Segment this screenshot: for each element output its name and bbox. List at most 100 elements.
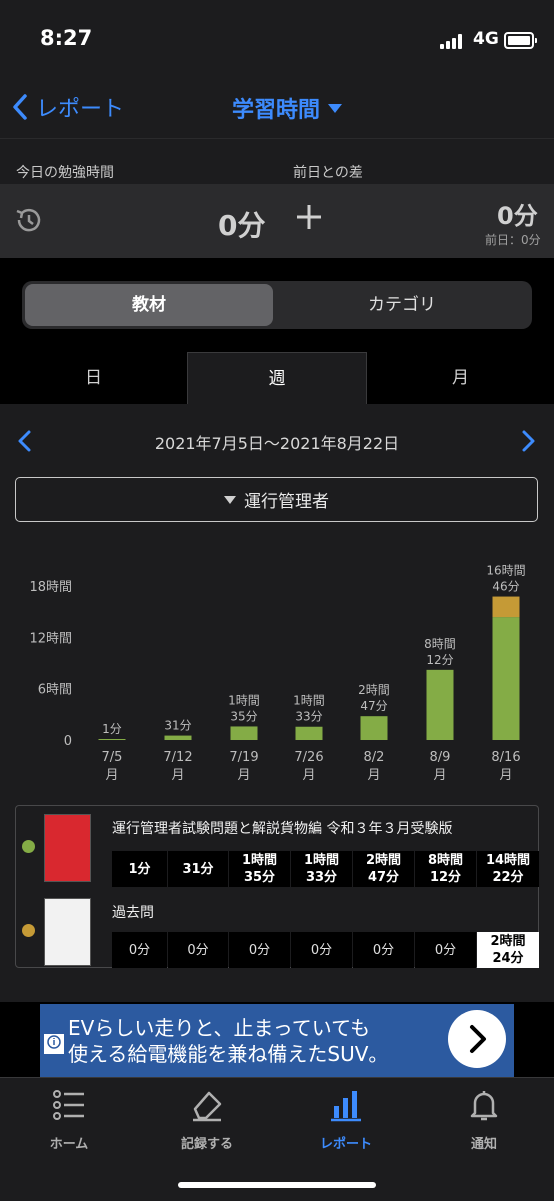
bar-data-label: 8時間	[424, 637, 456, 651]
page-title: 学習時間	[232, 98, 321, 123]
y-tick-label: 12時間	[29, 631, 72, 646]
bar-data-label: 1時間	[293, 694, 325, 708]
x-tick-day-label: 月	[105, 768, 118, 783]
book-title[interactable]: 運行管理者試験問題と解説貨物編 令和３年３月受験版	[112, 818, 452, 838]
series-color-dot	[22, 924, 35, 937]
study-time-chart: 0 6時間 12時間 18時間 1分 7/5 月 31分 7/12 月 1時間 35分 7/19 月 1時間…	[29, 564, 525, 783]
table-cell: 2時間 47分	[353, 851, 414, 887]
bar-segment	[426, 669, 454, 740]
tab-month[interactable]: 月	[367, 352, 554, 404]
bar-data-label: 31分	[164, 719, 191, 733]
material-filter-dropdown[interactable]: 運行管理者	[15, 477, 538, 522]
table-cell: 0分	[415, 932, 476, 968]
ad-line-1: EVらしい走りと、止まっていても	[68, 1016, 371, 1040]
bar-segment	[230, 726, 258, 740]
table-cell: 0分	[112, 932, 167, 968]
today-study-label: 今日の勉強時間	[16, 165, 114, 181]
history-clock-icon	[16, 208, 41, 232]
tabbar-home[interactable]: ホーム	[24, 1087, 114, 1152]
x-tick-label: 7/12	[163, 750, 192, 765]
signal-icon	[440, 33, 464, 49]
tab-week[interactable]: 週	[187, 352, 367, 404]
bar-segment	[492, 596, 520, 618]
x-tick-day-label: 月	[171, 768, 184, 783]
x-tick-day-label: 月	[433, 768, 446, 783]
previous-day-value: 前日：0分	[485, 233, 541, 247]
table-cell: 1分	[112, 851, 167, 887]
table-cell: 1時間 33分	[291, 851, 352, 887]
diff-label: 前日との差	[293, 165, 363, 181]
x-tick-label: 7/19	[229, 750, 258, 765]
summary-row	[0, 184, 554, 258]
bar-segment	[164, 735, 192, 740]
network-type: 4G	[473, 29, 499, 49]
bar-segment	[295, 726, 323, 740]
ad-text: EVらしい走りと、止まっていても 使える給電機能を兼ね備えたSUV。	[68, 1015, 388, 1067]
plus-icon	[297, 205, 321, 229]
back-label: レポート	[36, 97, 125, 122]
tabbar-home-label: ホーム	[49, 1137, 89, 1152]
table-cell: 31分	[168, 851, 228, 887]
bar-data-label: 1時間	[228, 693, 260, 707]
tabbar-notify[interactable]: 通知	[439, 1087, 529, 1152]
tabbar-record-label: 記録する	[180, 1137, 233, 1152]
date-range: 2021年7月5日〜2021年8月22日	[154, 434, 400, 453]
tabbar-notify-label: 通知	[470, 1137, 497, 1152]
status-time: 8:27	[40, 26, 93, 50]
ad-open-button[interactable]	[448, 1010, 506, 1068]
book-title[interactable]: 過去問	[112, 902, 154, 922]
table-cell: 0分	[168, 932, 228, 968]
table-cell: 0分	[229, 932, 290, 968]
book-cover-thumbnail[interactable]	[44, 814, 91, 882]
chevron-right-icon	[470, 1025, 486, 1053]
table-cell: 14時間 22分	[477, 851, 539, 887]
series-color-dot	[22, 840, 35, 853]
chevron-right-icon	[522, 430, 535, 452]
caret-down-icon	[224, 495, 236, 504]
bar-data-label: 12分	[426, 653, 453, 667]
ad-info-icon[interactable]	[44, 1034, 64, 1054]
x-tick-day-label: 月	[302, 768, 315, 783]
filter-label: 運行管理者	[244, 492, 329, 512]
segment-category[interactable]: カテゴリ	[273, 284, 531, 326]
chevron-left-icon	[13, 94, 27, 120]
battery-icon	[504, 32, 537, 49]
caret-down-icon	[328, 103, 343, 113]
ad-line-2: 使える給電機能を兼ね備えたSUV。	[68, 1042, 389, 1066]
home-indicator	[178, 1182, 376, 1188]
back-button[interactable]: レポート	[12, 89, 124, 125]
x-tick-label: 8/2	[364, 750, 385, 765]
tabbar-record[interactable]: 記録する	[162, 1087, 252, 1152]
table-cell: 8時間 12分	[415, 851, 476, 887]
bar-segment	[492, 617, 520, 740]
bar-data-label: 2時間	[358, 683, 390, 697]
bar-data-label: 16時間	[486, 564, 525, 578]
table-cell: 0分	[291, 932, 352, 968]
bar-data-label: 35分	[230, 709, 257, 723]
x-tick-day-label: 月	[237, 768, 250, 783]
report-type-dropdown[interactable]: 学習時間	[232, 92, 343, 124]
bar-segment	[360, 716, 388, 740]
y-tick-label: 18時間	[29, 580, 72, 595]
bar-data-label: 33分	[295, 710, 322, 724]
next-range-button[interactable]	[518, 429, 538, 457]
add-record-button[interactable]	[295, 200, 323, 240]
x-tick-label: 7/5	[102, 750, 123, 765]
bar-chart-icon	[331, 1091, 361, 1122]
x-tick-day-label: 月	[499, 768, 512, 783]
y-tick-label: 0	[64, 734, 72, 749]
x-tick-label: 8/9	[430, 750, 451, 765]
segment-materials[interactable]: 教材	[25, 284, 273, 326]
bell-icon	[470, 1091, 498, 1121]
tabbar-report-label: レポート	[319, 1137, 372, 1152]
tab-day[interactable]: 日	[0, 352, 187, 404]
tabbar-report[interactable]: レポート	[301, 1087, 391, 1152]
book-cover-thumbnail[interactable]	[44, 898, 91, 966]
bar-data-label: 46分	[492, 580, 519, 594]
y-tick-label: 6時間	[38, 683, 72, 698]
eraser-pencil-icon	[193, 1091, 222, 1122]
x-tick-day-label: 月	[367, 768, 380, 783]
table-cell: 1時間 35分	[229, 851, 290, 887]
bar-data-label: 1分	[102, 722, 122, 736]
list-icon	[53, 1090, 84, 1120]
